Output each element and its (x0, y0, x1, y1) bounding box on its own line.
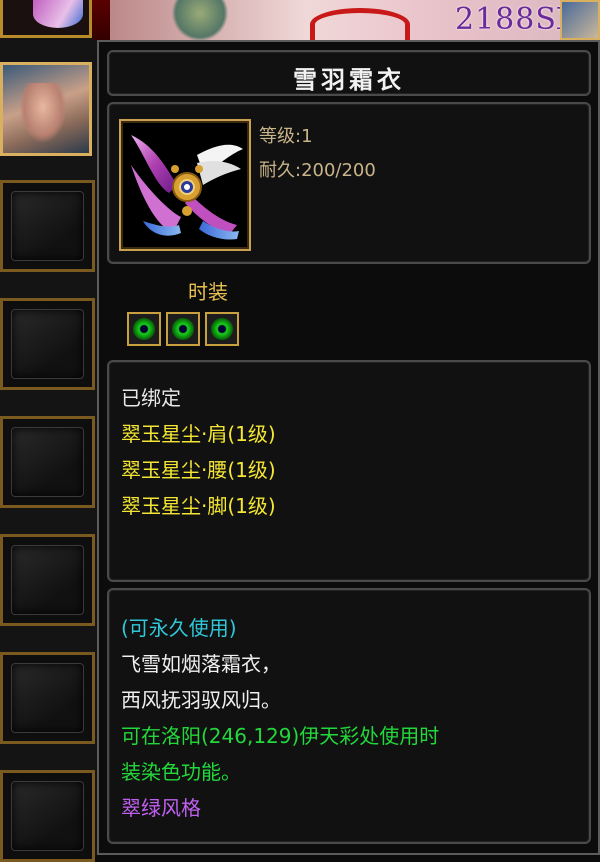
green-gem-icon (172, 318, 194, 340)
item-tooltip: 雪羽霜衣 等级:1 耐久:200/200 时装 已绑定 翠玉星尘·肩(1级) 翠… (97, 40, 600, 855)
game-scene-background: 2188SX (110, 0, 600, 40)
description-box: (可永久使用) 飞雪如烟落霜衣， 西风抚羽驭风归。 可在洛阳(246,129)伊… (107, 588, 591, 844)
item-level: 等级:1 (259, 126, 313, 147)
item-category: 时装 (188, 280, 228, 304)
winged-garment-icon (131, 135, 243, 240)
equipment-slot-column (0, 0, 100, 862)
flavor-text-line: 飞雪如烟落霜衣， (121, 652, 281, 676)
empty-equipment-slot[interactable] (0, 652, 95, 744)
item-durability: 耐久:200/200 (259, 160, 376, 181)
empty-slot-icon (11, 427, 84, 497)
usage-note: (可永久使用) (121, 616, 237, 640)
dye-info-line: 装染色功能。 (121, 760, 241, 784)
empty-slot-icon (11, 781, 84, 851)
wing-item-icon (33, 0, 83, 28)
item-image-frame (119, 119, 251, 251)
character-portrait-slot[interactable] (0, 62, 92, 156)
character-icon (19, 83, 67, 143)
empty-slot-icon (11, 663, 84, 733)
empty-equipment-slot[interactable] (0, 416, 95, 508)
equipped-item-slot[interactable] (0, 0, 92, 38)
gem-socket (166, 312, 200, 346)
tooltip-title-box: 雪羽霜衣 (107, 50, 591, 96)
set-bonus-line: 翠玉星尘·肩(1级) (121, 422, 276, 446)
green-gem-icon (133, 318, 155, 340)
red-vine-decoration (310, 8, 410, 40)
set-bonus-line: 翠玉星尘·脚(1级) (121, 494, 276, 518)
bound-status: 已绑定 (121, 386, 181, 410)
empty-equipment-slot[interactable] (0, 534, 95, 626)
empty-equipment-slot[interactable] (0, 180, 95, 272)
empty-slot-icon (11, 191, 84, 261)
green-gem-icon (211, 318, 233, 340)
empty-equipment-slot[interactable] (0, 298, 95, 390)
empty-equipment-slot[interactable] (0, 770, 95, 862)
set-bonus-line: 翠玉星尘·腰(1级) (121, 458, 276, 482)
style-label: 翠绿风格 (121, 796, 201, 820)
item-name: 雪羽霜衣 (293, 65, 405, 94)
empty-slot-icon (11, 545, 84, 615)
gem-socket (205, 312, 239, 346)
empty-slot-icon (11, 309, 84, 379)
player-portrait-icon[interactable] (560, 0, 600, 40)
gem-socket (127, 312, 161, 346)
window-edge-decoration (92, 0, 110, 40)
flavor-text-line: 西风抚羽驭风归。 (121, 688, 281, 712)
dye-info-line: 可在洛阳(246,129)伊天彩处使用时 (121, 724, 440, 748)
npc-figure-icon (170, 0, 230, 40)
bind-info-box: 已绑定 翠玉星尘·肩(1级) 翠玉星尘·腰(1级) 翠玉星尘·脚(1级) (107, 360, 591, 582)
item-info-box: 等级:1 耐久:200/200 (107, 102, 591, 264)
